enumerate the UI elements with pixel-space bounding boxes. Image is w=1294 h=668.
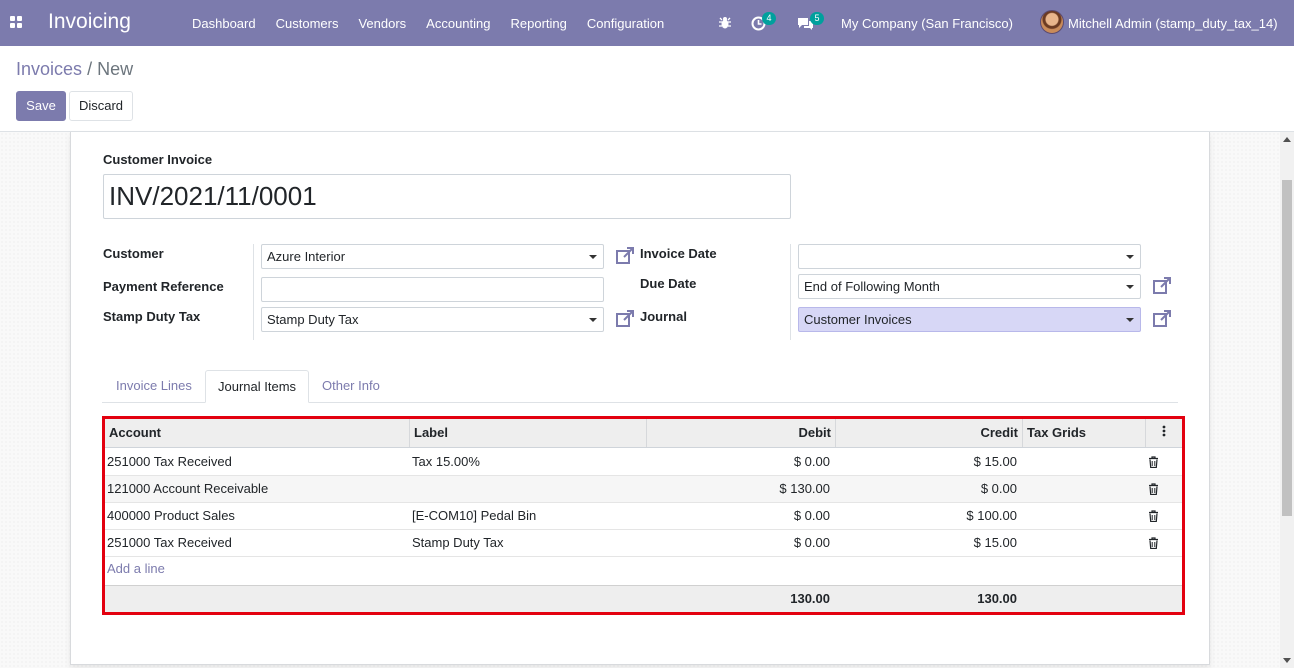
chevron-down-icon	[589, 255, 597, 259]
form-sheet: Customer Invoice INV/2021/11/0001 Custom…	[70, 132, 1210, 665]
debug-bug-icon[interactable]	[718, 0, 732, 46]
customer-select[interactable]: Azure Interior	[261, 244, 604, 269]
table-row[interactable]: 400000 Product Sales [E-COM10] Pedal Bin…	[105, 503, 1182, 530]
menu-item-customers[interactable]: Customers	[266, 16, 349, 31]
discard-button[interactable]: Discard	[69, 91, 133, 121]
tab-invoice-lines[interactable]: Invoice Lines	[104, 370, 204, 403]
chevron-down-icon	[589, 318, 597, 322]
user-avatar[interactable]	[1040, 10, 1064, 34]
label-cell: [E-COM10] Pedal Bin	[412, 508, 537, 523]
invoice-date-input[interactable]	[798, 244, 1141, 269]
payment-reference-label: Payment Reference	[103, 279, 224, 294]
menu-item-dashboard[interactable]: Dashboard	[182, 16, 266, 31]
messages-count-badge: 5	[810, 12, 824, 25]
label-cell: Stamp Duty Tax	[412, 535, 504, 550]
tab-other-info[interactable]: Other Info	[310, 370, 392, 403]
scroll-down-arrow-icon[interactable]	[1283, 658, 1291, 663]
save-button[interactable]: Save	[16, 91, 66, 121]
left-group-divider	[253, 244, 254, 340]
chevron-down-icon	[1126, 285, 1134, 289]
main-menu: Dashboard Customers Vendors Accounting R…	[182, 0, 674, 46]
column-header-debit[interactable]: Debit	[647, 419, 836, 447]
external-link-icon[interactable]	[615, 309, 635, 329]
activity-count-badge: 4	[762, 12, 776, 25]
journal-select-value: Customer Invoices	[804, 312, 912, 327]
trash-icon[interactable]	[1148, 456, 1159, 468]
external-link-icon[interactable]	[1152, 309, 1172, 329]
table-row[interactable]: 121000 Account Receivable $ 130.00 $ 0.0…	[105, 476, 1182, 503]
debit-cell: $ 0.00	[793, 454, 830, 469]
breadcrumb: Invoices / New	[16, 58, 133, 80]
breadcrumb-invoices-link[interactable]: Invoices	[16, 59, 82, 79]
trash-icon[interactable]	[1148, 483, 1159, 495]
top-navbar: Invoicing Dashboard Customers Vendors Ac…	[0, 0, 1294, 46]
stamp-duty-tax-label: Stamp Duty Tax	[103, 309, 201, 324]
stamp-duty-tax-select[interactable]: Stamp Duty Tax	[261, 307, 604, 332]
total-debit: 130.00	[790, 591, 830, 606]
right-group-divider	[790, 244, 791, 340]
column-header-credit[interactable]: Credit	[836, 419, 1023, 447]
menu-item-accounting[interactable]: Accounting	[416, 16, 500, 31]
credit-cell: $ 15.00	[973, 535, 1017, 550]
table-header: Account Label Debit Credit Tax Grids	[105, 419, 1182, 448]
journal-label: Journal	[640, 309, 687, 324]
debit-cell: $ 0.00	[793, 535, 830, 550]
trash-icon[interactable]	[1148, 537, 1159, 549]
company-switcher[interactable]: My Company (San Francisco)	[841, 0, 1013, 46]
external-link-icon[interactable]	[615, 246, 635, 266]
credit-cell: $ 15.00	[973, 454, 1017, 469]
invoice-number-field[interactable]: INV/2021/11/0001	[103, 174, 791, 219]
breadcrumb-current: New	[97, 59, 134, 79]
breadcrumb-separator: /	[87, 59, 93, 79]
due-date-select[interactable]: End of Following Month	[798, 274, 1141, 299]
chevron-down-icon	[1126, 318, 1134, 322]
optional-columns-icon[interactable]	[1146, 419, 1182, 447]
invoice-date-label: Invoice Date	[640, 246, 717, 261]
account-cell: 251000 Tax Received	[107, 454, 232, 469]
table-row[interactable]: 251000 Tax Received Tax 15.00% $ 0.00 $ …	[105, 449, 1182, 476]
due-date-select-value: End of Following Month	[804, 279, 940, 294]
journal-items-table: Account Label Debit Credit Tax Grids 251…	[102, 416, 1185, 615]
label-cell: Tax 15.00%	[412, 454, 480, 469]
table-footer-totals: 130.00 130.00	[105, 585, 1182, 612]
debit-cell: $ 130.00	[779, 481, 830, 496]
column-header-tax-grids[interactable]: Tax Grids	[1023, 419, 1146, 447]
trash-icon[interactable]	[1148, 510, 1159, 522]
column-header-label[interactable]: Label	[410, 419, 647, 447]
tab-journal-items[interactable]: Journal Items	[205, 370, 310, 403]
total-credit: 130.00	[977, 591, 1017, 606]
external-link-icon[interactable]	[1152, 276, 1172, 296]
account-cell: 400000 Product Sales	[107, 508, 235, 523]
column-header-account[interactable]: Account	[105, 419, 410, 447]
account-cell: 251000 Tax Received	[107, 535, 232, 550]
form-view-background: Customer Invoice INV/2021/11/0001 Custom…	[0, 132, 1280, 668]
due-date-label: Due Date	[640, 276, 697, 291]
menu-item-reporting[interactable]: Reporting	[501, 16, 577, 31]
chevron-down-icon	[1126, 255, 1134, 259]
account-cell: 121000 Account Receivable	[107, 481, 269, 496]
scrollbar-thumb[interactable]	[1282, 180, 1292, 516]
stamp-duty-tax-select-value: Stamp Duty Tax	[267, 312, 359, 327]
debit-cell: $ 0.00	[793, 508, 830, 523]
journal-select[interactable]: Customer Invoices	[798, 307, 1141, 332]
credit-cell: $ 100.00	[966, 508, 1017, 523]
add-a-line-link[interactable]: Add a line	[107, 561, 165, 576]
vertical-scrollbar[interactable]	[1280, 132, 1294, 668]
scroll-up-arrow-icon[interactable]	[1283, 137, 1291, 142]
user-menu[interactable]: Mitchell Admin (stamp_duty_tax_14)	[1068, 0, 1278, 46]
label-cell	[410, 476, 414, 503]
customer-select-value: Azure Interior	[267, 249, 346, 264]
customer-label: Customer	[103, 246, 164, 261]
app-title[interactable]: Invoicing	[48, 9, 131, 35]
menu-item-configuration[interactable]: Configuration	[577, 16, 674, 31]
credit-cell: $ 0.00	[980, 481, 1017, 496]
document-type-label: Customer Invoice	[103, 152, 213, 167]
payment-reference-input[interactable]	[261, 277, 604, 302]
menu-item-vendors[interactable]: Vendors	[348, 16, 416, 31]
table-row[interactable]: 251000 Tax Received Stamp Duty Tax $ 0.0…	[105, 530, 1182, 557]
apps-menu-icon[interactable]	[10, 16, 23, 29]
control-panel: Invoices / New Save Discard	[0, 46, 1294, 132]
